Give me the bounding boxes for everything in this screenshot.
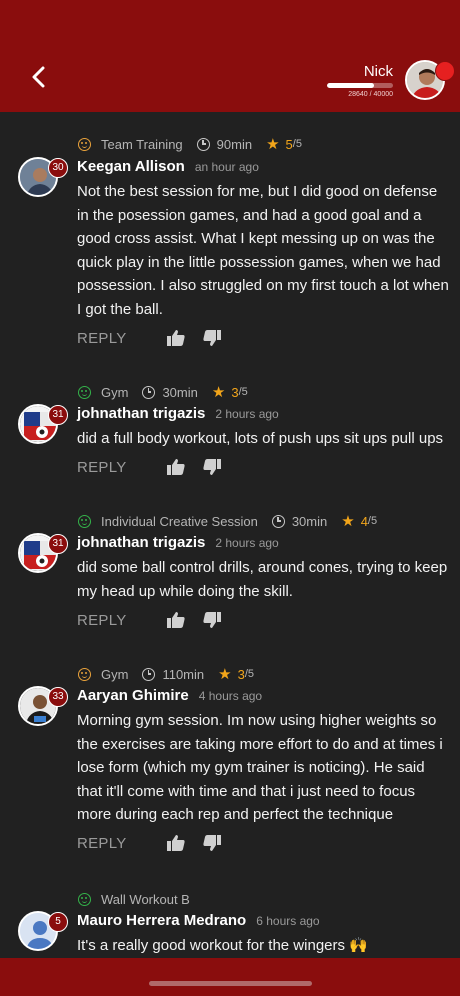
reply-button[interactable]: REPLY: [77, 330, 127, 347]
reply-button[interactable]: REPLY: [77, 612, 127, 629]
post-time: 6 hours ago: [256, 914, 320, 928]
bottom-bar: [0, 958, 460, 996]
thumbs-up-icon[interactable]: [166, 459, 185, 475]
star-icon: ★: [211, 384, 226, 401]
user-name: Nick: [363, 63, 393, 80]
notification-dot: [435, 61, 455, 81]
happy-face-icon: [78, 514, 91, 528]
level-badge: 33: [48, 687, 68, 707]
session-type: Gym: [101, 666, 129, 682]
session-duration: 110min: [162, 666, 205, 682]
post-text: did a full body workout, lots of push up…: [77, 430, 444, 447]
xp-progress-fill: [327, 83, 375, 88]
session-rating: 3: [237, 666, 245, 682]
xp-progress-text: 28640 / 40000: [348, 91, 393, 98]
level-badge: 31: [48, 405, 68, 425]
post-text: Not the best session for me, but I did g…: [77, 183, 449, 318]
thumbs-up-icon[interactable]: [166, 835, 185, 851]
author-name-text[interactable]: Keegan Allison: [77, 158, 185, 175]
author-name: johnathan trigazis 2 hours ago: [77, 405, 279, 422]
level-badge: 30: [48, 158, 68, 178]
session-rating: 4: [360, 513, 368, 529]
author-name-text[interactable]: Aaryan Ghimire: [77, 687, 189, 704]
training-feed[interactable]: Team Training 90min ★ 5 /5 30 Keegan All…: [0, 112, 460, 958]
session-duration: 30min: [162, 384, 198, 400]
post-time: 4 hours ago: [198, 689, 263, 703]
post-actions: REPLY: [77, 610, 221, 630]
session-meta: Gym 110min ★ 3 /5: [78, 665, 254, 683]
thumbs-up-icon[interactable]: [166, 612, 185, 628]
star-icon: ★: [341, 513, 355, 530]
thumbs-down-icon[interactable]: [202, 459, 221, 475]
author-name: Mauro Herrera Medrano 6 hours ago: [77, 912, 320, 929]
star-icon: ★: [266, 136, 280, 153]
rating-max: /5: [367, 515, 378, 527]
author-name-text[interactable]: Mauro Herrera Medrano: [77, 912, 246, 929]
back-arrow-icon[interactable]: [28, 66, 50, 88]
level-badge: 31: [48, 534, 68, 554]
happy-face-icon: [78, 385, 91, 399]
session-duration: 30min: [291, 513, 328, 529]
reply-button[interactable]: REPLY: [77, 459, 127, 476]
session-type: Individual Creative Session: [101, 513, 258, 529]
neutral-face-icon: [78, 137, 91, 151]
clock-icon: [142, 667, 156, 681]
post-actions: REPLY: [77, 457, 221, 477]
session-rating: 3: [231, 384, 239, 400]
thumbs-down-icon[interactable]: [202, 835, 221, 851]
rating-max: /5: [292, 138, 302, 150]
level-badge: 5: [48, 912, 68, 932]
session-meta: Team Training 90min ★ 5 /5: [78, 135, 302, 153]
post-time: 2 hours ago: [215, 536, 279, 550]
xp-progress-bar: [327, 83, 393, 88]
clock-icon: [142, 385, 156, 399]
session-type: Gym: [101, 384, 129, 400]
thumbs-up-icon[interactable]: [166, 330, 185, 346]
rating-max: /5: [244, 668, 255, 680]
post-time: an hour ago: [194, 160, 259, 174]
reply-button[interactable]: REPLY: [77, 835, 127, 852]
author-name-text[interactable]: johnathan trigazis: [77, 534, 205, 551]
top-bar: Nick 28640 / 40000: [0, 0, 460, 112]
home-indicator[interactable]: [149, 981, 312, 986]
author-name: Aaryan Ghimire 4 hours ago: [77, 687, 262, 704]
session-type: Team Training: [101, 136, 183, 152]
post-time: 2 hours ago: [215, 407, 279, 421]
clock-icon: [196, 137, 210, 151]
thumbs-down-icon[interactable]: [202, 612, 221, 628]
author-name-text[interactable]: johnathan trigazis: [77, 405, 205, 422]
post-text: It's a really good workout for the winge…: [77, 937, 368, 954]
post-text: did some ball control drills, around con…: [77, 559, 448, 600]
session-meta: Individual Creative Session 30min ★ 4 /5: [78, 512, 377, 530]
session-meta: Wall Workout B: [78, 890, 190, 908]
session-meta: Gym 30min ★ 3 /5: [78, 383, 248, 401]
session-rating: 5: [285, 136, 293, 152]
happy-face-icon: [78, 892, 91, 906]
neutral-face-icon: [78, 667, 91, 681]
post-actions: REPLY: [77, 833, 221, 853]
star-icon: ★: [218, 666, 232, 683]
clock-icon: [271, 514, 285, 528]
author-name: johnathan trigazis 2 hours ago: [77, 534, 279, 551]
author-name: Keegan Allison an hour ago: [77, 158, 259, 175]
post-actions: REPLY: [77, 328, 221, 348]
session-type: Wall Workout B: [101, 891, 190, 907]
rating-max: /5: [238, 386, 248, 398]
thumbs-down-icon[interactable]: [202, 330, 221, 346]
session-duration: 90min: [216, 136, 253, 152]
post-text: Morning gym session. Im now using higher…: [77, 712, 443, 823]
